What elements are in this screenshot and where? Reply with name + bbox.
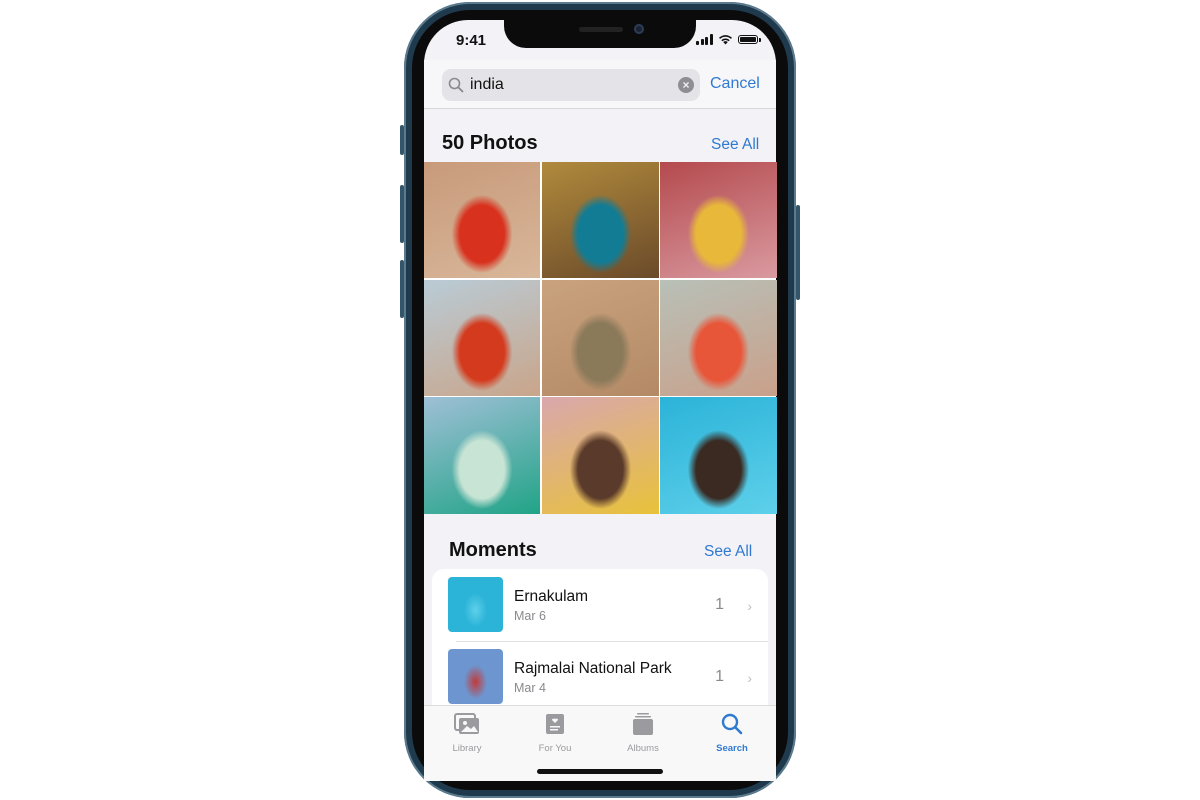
for-you-icon	[546, 714, 564, 734]
moment-thumbnail	[448, 577, 503, 632]
photo-thumbnail[interactable]	[660, 162, 777, 278]
photo-grid	[424, 162, 777, 514]
chevron-right-icon: ›	[747, 670, 752, 686]
moment-title: Rajmalai National Park	[514, 660, 672, 677]
moments-list: Ernakulam Mar 6 1 › Rajmalai National Pa…	[432, 569, 768, 719]
notch	[504, 18, 696, 48]
speaker	[579, 27, 623, 32]
wifi-icon	[718, 35, 732, 45]
moment-thumbnail	[448, 649, 503, 704]
volume-up-button	[400, 185, 404, 243]
tab-label: For You	[538, 743, 572, 754]
moment-item[interactable]: Ernakulam Mar 6 1 ›	[432, 569, 768, 642]
photos-section-title: 50 Photos	[442, 132, 538, 154]
home-indicator	[537, 769, 663, 774]
photo-thumbnail[interactable]	[424, 279, 540, 396]
search-query[interactable]: india	[470, 76, 504, 94]
photo-thumbnail[interactable]	[660, 279, 777, 396]
moment-date: Mar 6	[514, 609, 546, 623]
tab-label: Library	[452, 743, 482, 754]
tab-label: Search	[716, 743, 748, 754]
clear-icon: ×	[682, 78, 690, 92]
moments-see-all-link[interactable]: See All	[704, 543, 752, 561]
cellular-signal-icon	[696, 34, 713, 45]
photo-thumbnail[interactable]	[541, 397, 659, 514]
moment-date: Mar 4	[514, 681, 546, 695]
silent-switch	[400, 125, 404, 155]
volume-down-button	[400, 260, 404, 318]
battery-icon	[737, 35, 761, 44]
search-icon	[448, 77, 464, 93]
status-time: 9:41	[456, 32, 487, 49]
tab-label: Albums	[627, 743, 659, 754]
moment-title: Ernakulam	[514, 588, 589, 605]
albums-icon	[633, 713, 653, 735]
photos-see-all-link[interactable]: See All	[711, 136, 759, 154]
photo-thumbnail[interactable]	[424, 397, 540, 514]
search-icon	[721, 713, 743, 735]
photo-thumbnail[interactable]	[541, 279, 659, 396]
tab-for-you[interactable]: For You	[515, 712, 595, 754]
power-button	[796, 205, 800, 300]
photo-thumbnail[interactable]	[660, 397, 777, 514]
tab-search[interactable]: Search	[692, 712, 772, 754]
photo-library-icon	[454, 713, 479, 734]
cancel-button[interactable]: Cancel	[710, 75, 760, 93]
front-camera	[634, 24, 644, 34]
moment-count: 1	[715, 596, 724, 613]
status-icons	[696, 34, 761, 45]
moment-item[interactable]: Rajmalai National Park Mar 4 1 ›	[432, 641, 768, 713]
clear-search-button[interactable]: ×	[678, 77, 694, 93]
chevron-right-icon: ›	[747, 598, 752, 614]
tab-albums[interactable]: Albums	[603, 712, 683, 754]
tab-library[interactable]: Library	[427, 712, 507, 754]
photo-thumbnail[interactable]	[424, 162, 540, 278]
photo-thumbnail[interactable]	[541, 162, 659, 278]
moments-section-title: Moments	[449, 539, 537, 561]
moment-count: 1	[715, 668, 724, 685]
